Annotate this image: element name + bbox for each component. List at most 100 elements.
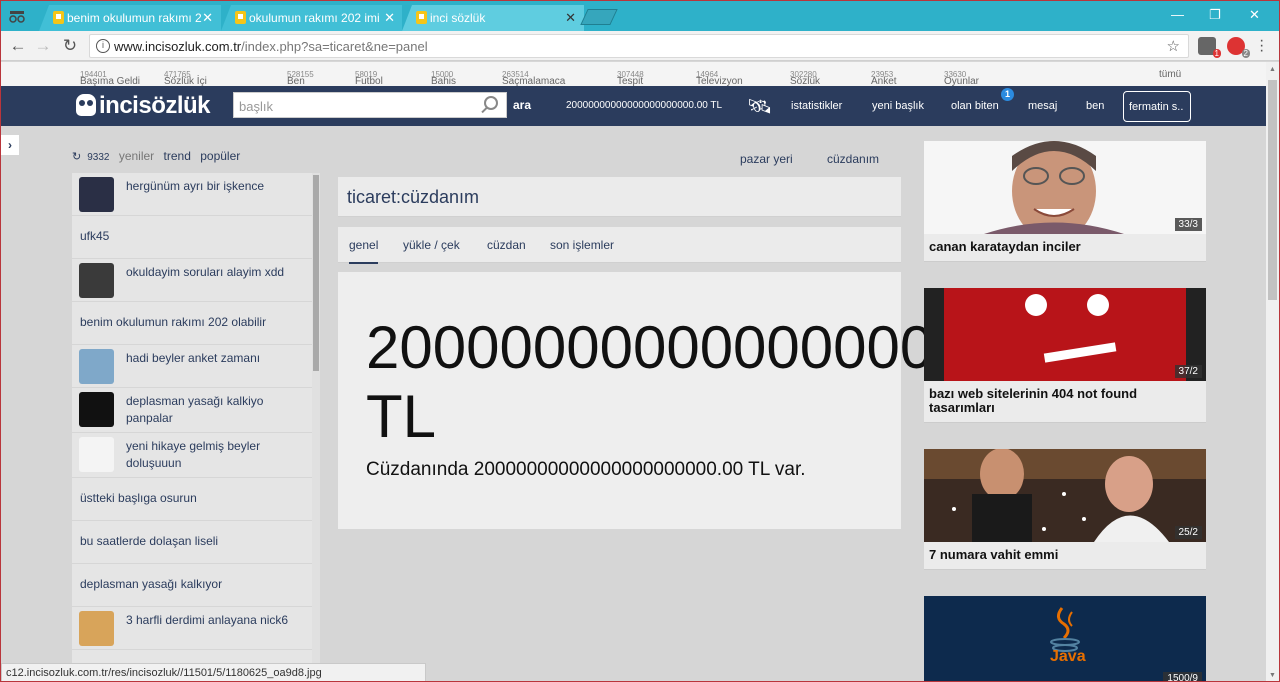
notification-badge: 1 <box>1001 88 1014 101</box>
nav-activity[interactable]: olan biten <box>951 100 999 112</box>
reload-icon[interactable]: ↻ <box>60 36 80 56</box>
nav-new-topic[interactable]: yeni başlık <box>872 100 924 112</box>
browser-menu-icon[interactable]: · · · <box>1259 33 1265 59</box>
forward-icon[interactable]: → <box>33 36 53 56</box>
tab-favicon-icon <box>416 11 427 24</box>
scroll-down-icon[interactable]: ▼ <box>1269 672 1276 679</box>
search-icon[interactable] <box>484 96 498 110</box>
category-item[interactable]: Anket 23953 <box>871 69 897 87</box>
list-item[interactable]: deplasman yasağı kalkıyor <box>72 564 312 607</box>
list-item[interactable]: deplasman yasağı kalkiyo panpalar <box>72 388 312 433</box>
nav-me[interactable]: ben <box>1086 100 1104 112</box>
tab-trend[interactable]: trend <box>164 149 191 163</box>
list-item-title: deplasman yasağı kalkıyor <box>80 577 223 591</box>
adblock-extension-icon[interactable]: 2 <box>1227 37 1250 58</box>
user-menu-button[interactable]: fermatin s.. <box>1123 91 1191 122</box>
category-bar: Başıma Geldi 194401 Sözlük İçi 471765 Be… <box>1 62 1266 87</box>
tab-deposit-withdraw[interactable]: yükle / çek <box>403 238 460 252</box>
sidebar-toggle-icon[interactable]: › <box>1 135 19 155</box>
new-tab-button[interactable] <box>580 9 618 25</box>
site-info-icon[interactable]: i <box>96 39 110 53</box>
extension-badge: 2 <box>1241 49 1250 58</box>
page-scrollbar[interactable]: ▲ ▼ <box>1266 62 1279 681</box>
satellite-icon[interactable]: 🛰 <box>747 94 772 119</box>
category-item[interactable]: Tespit 307448 <box>617 69 644 87</box>
site-logo[interactable]: incisözlük <box>76 92 211 120</box>
shield-extension-icon[interactable]: 1 <box>1198 37 1221 58</box>
featured-card[interactable]: 25/2 7 numara vahit emmi <box>924 449 1206 570</box>
bookmark-star-icon[interactable]: ☆ <box>1167 37 1180 55</box>
restore-icon[interactable]: ❐ <box>1209 7 1221 23</box>
list-item-title: deplasman yasağı kalkiyo panpalar <box>126 394 264 425</box>
card-badge: 37/2 <box>1174 365 1202 378</box>
status-bar-url: c12.incisozluk.com.tr/res/incisozluk//11… <box>1 663 426 681</box>
category-item[interactable]: Bahis 15000 <box>431 69 456 87</box>
browser-tab-1[interactable]: benim okulumun rakımı 2 ✕ <box>39 5 221 31</box>
browser-tab-3[interactable]: inci sözlük ✕ <box>402 5 584 31</box>
category-item[interactable]: Başıma Geldi 194401 <box>80 69 140 87</box>
list-item[interactable]: benim okulumun rakımı 202 olabilir <box>72 302 312 345</box>
category-item[interactable]: Ben 528155 <box>287 69 314 87</box>
list-item[interactable]: okuldayim soruları alayim xdd <box>72 259 312 302</box>
close-tab-icon[interactable]: ✕ <box>384 10 395 26</box>
card-image: 25/2 <box>924 449 1206 542</box>
list-item[interactable]: bu saatlerde dolaşan liseli <box>72 521 312 564</box>
featured-card[interactable]: 33/3 canan karataydan inciler <box>924 141 1206 262</box>
minimize-icon[interactable]: ― <box>1171 7 1184 22</box>
back-icon[interactable]: ← <box>8 36 28 56</box>
list-item[interactable]: hadi beyler anket zamanı <box>72 345 312 388</box>
wedding-photo-image <box>924 449 1206 542</box>
nav-messages[interactable]: mesaj <box>1028 100 1057 112</box>
topic-list-scrollbar[interactable] <box>312 173 320 663</box>
tab-title: benim okulumun rakımı 2 <box>67 11 202 25</box>
featured-card[interactable]: 37/2 bazı web sitelerinin 404 not found … <box>924 288 1206 423</box>
avatar <box>79 349 114 384</box>
nav-statistics[interactable]: istatistikler <box>791 100 842 112</box>
category-item[interactable]: Televizyon 14964 <box>696 69 743 87</box>
tab-general[interactable]: genel <box>349 238 379 264</box>
wallet-link[interactable]: cüzdanım <box>827 152 879 166</box>
wallet-currency-big: TL <box>366 383 437 450</box>
card-badge: 33/3 <box>1174 218 1202 231</box>
card-image: Java 1500/9 <box>924 596 1206 681</box>
search-input[interactable]: başlık <box>233 92 507 118</box>
list-item-title: okuldayim soruları alayim xdd <box>126 265 285 279</box>
list-item[interactable]: ufk45 <box>72 216 312 259</box>
tab-title: inci sözlük <box>430 11 486 25</box>
scrollbar-thumb[interactable] <box>313 175 319 371</box>
address-bar[interactable]: i www.incisozluk.com.tr/index.php?sa=tic… <box>89 34 1189 58</box>
tab-last-transactions[interactable]: son işlemler <box>550 238 614 252</box>
card-image: 33/3 <box>924 141 1206 234</box>
scrollbar-thumb[interactable] <box>1268 80 1277 300</box>
close-tab-icon[interactable]: ✕ <box>565 10 576 26</box>
tab-wallet[interactable]: cüzdan <box>487 238 526 252</box>
market-link[interactable]: pazar yeri <box>740 152 793 166</box>
search-button[interactable]: ara <box>513 98 531 112</box>
category-item[interactable]: Futbol 58019 <box>355 69 383 87</box>
close-tab-icon[interactable]: ✕ <box>202 10 213 26</box>
category-item[interactable]: Sözlük İçi 471765 <box>164 69 207 87</box>
tab-popular[interactable]: popüler <box>200 149 240 163</box>
category-item[interactable]: Saçmalamaca 263514 <box>502 69 565 87</box>
url-host: www.incisozluk.com.tr <box>114 39 242 54</box>
tab-new[interactable]: yeniler <box>119 149 154 163</box>
list-item[interactable]: ortaokullu olabilirim <box>72 650 312 663</box>
card-caption: 7 numara vahit emmi <box>929 547 1059 562</box>
featured-card[interactable]: Java 1500/9 <box>924 596 1206 681</box>
scroll-up-icon[interactable]: ▲ <box>1269 66 1276 73</box>
wallet-balance[interactable]: 20000000000000000000000.00 TL <box>566 100 722 111</box>
list-item[interactable]: hergünüm ayrı bir işkence <box>72 173 312 216</box>
category-item[interactable]: Oyunlar 33630 <box>944 69 979 87</box>
list-item-title: yeni hikaye gelmiş beyler doluşuuun <box>126 439 261 470</box>
list-item[interactable]: üstteki başlıga osurun <box>72 478 312 521</box>
refresh-icon[interactable]: ↻ <box>72 151 81 163</box>
list-item[interactable]: yeni hikaye gelmiş beyler doluşuuun <box>72 433 312 478</box>
card-badge: 1500/9 <box>1163 672 1202 681</box>
close-window-icon[interactable]: ✕ <box>1249 7 1260 23</box>
wallet-sentence: Cüzdanında 20000000000000000000000.00 TL… <box>366 459 806 480</box>
category-item[interactable]: Sözlük 302280 <box>790 69 820 87</box>
browser-tab-2[interactable]: okulumun rakımı 202 imi ✕ <box>221 5 403 31</box>
list-item[interactable]: 3 harfli derdimi anlayana nick6 <box>72 607 312 650</box>
category-all-link[interactable]: tümü <box>1159 69 1181 80</box>
avatar <box>79 177 114 212</box>
